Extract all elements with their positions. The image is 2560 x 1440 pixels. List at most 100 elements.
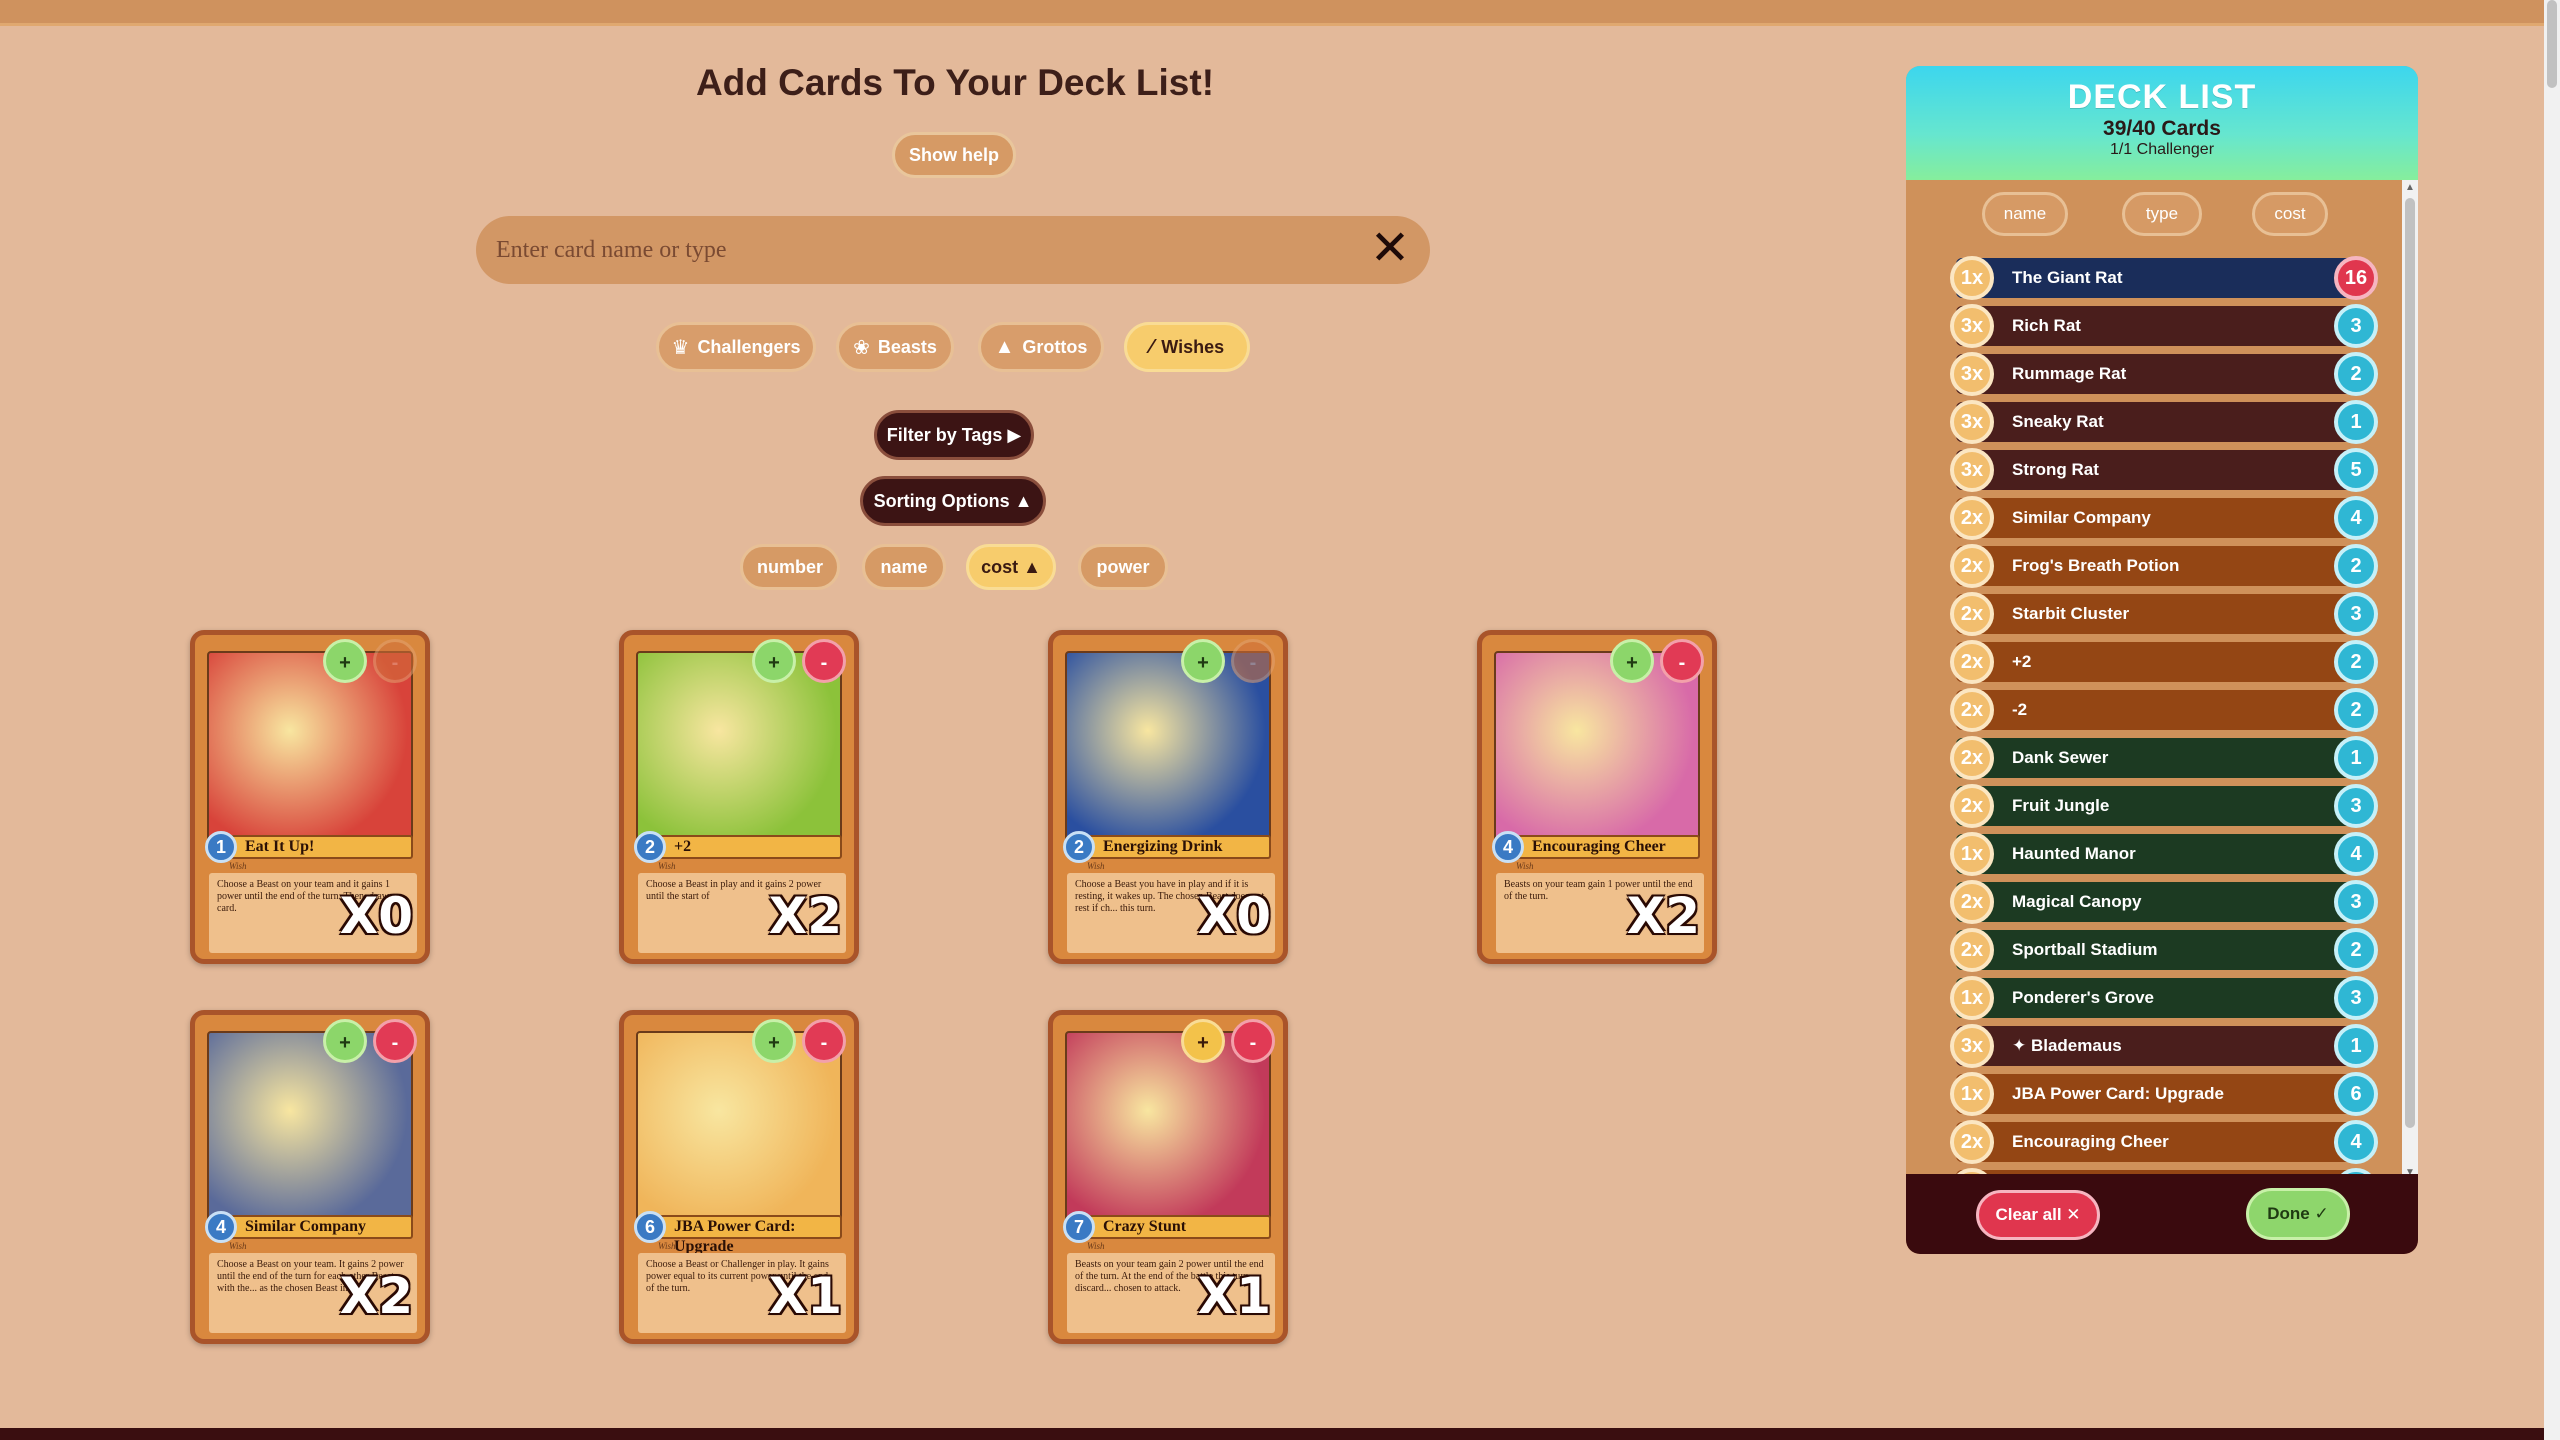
card-tile[interactable]: Similar Company 4 Wish Choose a Beast on yo…: [190, 1010, 430, 1344]
type-filter-beasts[interactable]: ❀ Beasts: [836, 322, 954, 372]
deck-row[interactable]: 1x JBA Power Card: Upgrade 6: [1950, 1072, 2378, 1116]
type-filter-challengers[interactable]: ♛ Challengers: [656, 322, 816, 372]
card-tile[interactable]: Crazy Stunt 7 Wish Beasts on your team gain…: [1048, 1010, 1288, 1344]
deck-row[interactable]: 2x Similar Company 4: [1950, 496, 2378, 540]
deck-row-name: +2: [2012, 652, 2032, 671]
deck-row[interactable]: 3x Sneaky Rat 1: [1950, 400, 2378, 444]
deck-row-cost: 2: [2334, 928, 2378, 972]
deck-sort-cost-button[interactable]: cost: [2252, 192, 2328, 236]
deck-row[interactable]: 3x Strong Rat 5: [1950, 448, 2378, 492]
deck-row-count: 1x: [1950, 832, 1994, 876]
deck-row[interactable]: 2x Frog's Breath Potion 2: [1950, 544, 2378, 588]
deck-row-name: Strong Rat: [2012, 460, 2099, 479]
remove-card-button[interactable]: -: [802, 639, 846, 683]
card-tile[interactable]: JBA Power Card: Upgrade 6 Wish Choose a Bea…: [619, 1010, 859, 1344]
deck-row-count: 2x: [1950, 640, 1994, 684]
card-cost-badge: 6: [634, 1211, 666, 1243]
deck-row-name: Starbit Cluster: [2012, 604, 2130, 623]
deck-row[interactable]: 3x ✦ Blademaus 1: [1950, 1024, 2378, 1068]
sorting-options-button[interactable]: Sorting Options ▲: [860, 476, 1046, 526]
remove-card-button[interactable]: -: [373, 639, 417, 683]
sort-name-button[interactable]: name: [862, 544, 946, 590]
deck-row[interactable]: 2x -2 2: [1950, 688, 2378, 732]
card-art: [1065, 1031, 1271, 1229]
mountain-icon: ▲: [994, 335, 1015, 358]
sort-number-button[interactable]: number: [740, 544, 840, 590]
deck-row-cost: 4: [2334, 1120, 2378, 1164]
deck-header: DECK LIST 39/40 Cards 1/1 Challenger: [1906, 66, 2418, 180]
deck-row[interactable]: 2x Sportball Stadium 2: [1950, 928, 2378, 972]
filter-by-tags-button[interactable]: Filter by Tags ▶: [874, 410, 1034, 460]
page-scroll-thumb[interactable]: [2547, 0, 2557, 88]
deck-row[interactable]: 3x Rich Rat 3: [1950, 304, 2378, 348]
deck-card-list[interactable]: 1x The Giant Rat 16 3x Rich Rat 3 3x Rummage Ra…: [1906, 246, 2396, 1174]
deck-scrollbar[interactable]: ▲ ▼: [2402, 180, 2418, 1180]
deck-row-cost: 1: [2334, 1024, 2378, 1068]
deck-row[interactable]: 3x Rummage Rat 2: [1950, 352, 2378, 396]
card-cost-badge: 4: [1492, 831, 1524, 863]
remove-card-button[interactable]: -: [802, 1019, 846, 1063]
remove-card-button[interactable]: -: [373, 1019, 417, 1063]
card-cost-badge: 2: [1063, 831, 1095, 863]
card-name: Similar Company: [211, 1215, 413, 1239]
deck-row[interactable]: 2x Starbit Cluster 3: [1950, 592, 2378, 636]
deck-row-count: 3x: [1950, 1024, 1994, 1068]
deck-row[interactable]: 2x Dank Sewer 1: [1950, 736, 2378, 780]
deck-row-name: Rummage Rat: [2012, 364, 2127, 383]
deck-row-count: 2x: [1950, 736, 1994, 780]
deck-row[interactable]: 2x Encouraging Cheer 4: [1950, 1120, 2378, 1164]
remove-card-button[interactable]: -: [1660, 639, 1704, 683]
deck-sort-type-button[interactable]: type: [2122, 192, 2202, 236]
deck-row[interactable]: 2x +2 2: [1950, 640, 2378, 684]
page-scrollbar[interactable]: [2544, 0, 2560, 1440]
deck-row[interactable]: 2x Fruit Jungle 3: [1950, 784, 2378, 828]
card-tile[interactable]: Energizing Drink 2 Wish Choose a Beast you …: [1048, 630, 1288, 964]
card-name: JBA Power Card: Upgrade: [640, 1215, 842, 1255]
deck-row-name: Haunted Manor: [2012, 844, 2136, 863]
deck-row-count: 3x: [1950, 352, 1994, 396]
add-card-button[interactable]: +: [1181, 639, 1225, 683]
remove-card-button[interactable]: -: [1231, 1019, 1275, 1063]
card-type: Wish: [1516, 861, 1534, 871]
card-tile[interactable]: +2 2 Wish Choose a Beast in play and it gai…: [619, 630, 859, 964]
deck-row-count: 2x: [1950, 592, 1994, 636]
deck-row[interactable]: 1x Haunted Manor 4: [1950, 832, 2378, 876]
deck-row-name: Sportball Stadium: [2012, 940, 2158, 959]
deck-row-name: JBA Power Card: Upgrade: [2012, 1084, 2224, 1103]
add-card-button[interactable]: +: [752, 639, 796, 683]
type-filter-grottos[interactable]: ▲ Grottos: [978, 322, 1104, 372]
deck-challenger-count: 1/1 Challenger: [2109, 141, 2215, 158]
card-cost-badge: 4: [205, 1211, 237, 1243]
remove-card-button[interactable]: -: [1231, 639, 1275, 683]
add-card-button[interactable]: +: [1610, 639, 1654, 683]
close-icon[interactable]: ✕: [1366, 225, 1414, 274]
deck-title: DECK LIST: [2067, 78, 2257, 116]
deck-scroll-thumb[interactable]: [2405, 198, 2415, 1128]
deck-row-count: 3x: [1950, 400, 1994, 444]
add-card-button[interactable]: +: [1181, 1019, 1225, 1063]
deck-row-name: Similar Company: [2012, 508, 2151, 527]
sort-power-button[interactable]: power: [1078, 544, 1168, 590]
scroll-up-icon[interactable]: ▲: [2405, 182, 2415, 193]
deck-row[interactable]: 1x The Giant Rat 16: [1950, 256, 2378, 300]
deck-sort-name-button[interactable]: name: [1982, 192, 2068, 236]
sort-cost-button[interactable]: cost ▲: [966, 544, 1056, 590]
deck-row-cost: 4: [2334, 496, 2378, 540]
deck-row-name: Frog's Breath Potion: [2012, 556, 2180, 575]
add-card-button[interactable]: +: [752, 1019, 796, 1063]
add-card-button[interactable]: +: [323, 639, 367, 683]
deck-row[interactable]: 2x Magical Canopy 3: [1950, 880, 2378, 924]
crown-icon: ♛: [671, 336, 690, 359]
card-name: Eat It Up!: [211, 835, 413, 859]
card-art: [207, 1031, 413, 1229]
clear-all-button[interactable]: Clear all ✕: [1976, 1190, 2100, 1240]
done-button[interactable]: Done ✓: [2246, 1188, 2350, 1240]
deck-row[interactable]: 1x Ponderer's Grove 3: [1950, 976, 2378, 1020]
deck-list-panel: DECK LIST 39/40 Cards 1/1 Challenger nam…: [1906, 66, 2418, 1254]
show-help-button[interactable]: Show help: [892, 132, 1016, 178]
search-input[interactable]: [496, 216, 1336, 284]
card-tile[interactable]: Encouraging Cheer 4 Wish Beasts on your tea…: [1477, 630, 1717, 964]
type-filter-wishes[interactable]: ⁄ Wishes: [1124, 322, 1250, 372]
card-tile[interactable]: Eat It Up! 1 Wish Choose a Beast on your te…: [190, 630, 430, 964]
add-card-button[interactable]: +: [323, 1019, 367, 1063]
